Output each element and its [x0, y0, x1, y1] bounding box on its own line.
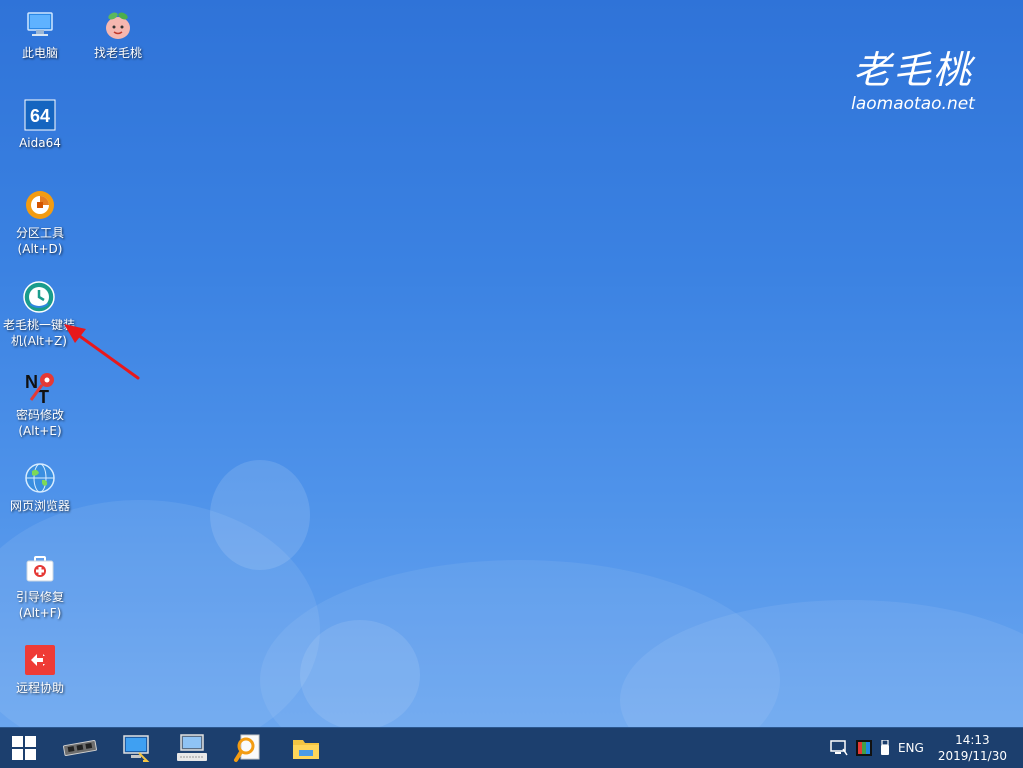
desktop-icon-label: 密码修改 (Alt+E): [15, 408, 64, 438]
desktop-icon-label: 分区工具 (Alt+D): [15, 226, 64, 256]
wallpaper-cloud: [300, 620, 420, 727]
peach-icon: [101, 8, 135, 42]
brand-logo-url: laomaotao.net: [851, 94, 975, 114]
file-explorer-icon: [293, 740, 319, 759]
desktop-icon-aida64[interactable]: 64 Aida64: [1, 98, 79, 151]
display-color-tray-icon[interactable]: [855, 740, 872, 756]
first-aid-kit-icon: [23, 552, 57, 586]
desktop-icon-label: 找老毛桃: [93, 46, 142, 60]
desktop-icon-remote-assist[interactable]: 远程协助: [1, 643, 79, 696]
desktop-icon-partition-tool[interactable]: 分区工具 (Alt+D): [1, 188, 79, 257]
desktop: 老毛桃 laomaotao.net 此电脑 找老毛桃 64 Aida64 分区工…: [0, 0, 1023, 727]
desktop-icon-label: 引导修复 (Alt+F): [15, 590, 64, 620]
password-key-icon: N T: [23, 370, 57, 407]
wallpaper-cloud: [210, 460, 310, 570]
network-tray-icon[interactable]: [830, 740, 848, 756]
svg-text:N: N: [25, 372, 38, 392]
globe-icon: [23, 461, 57, 495]
taskbar-item-file-explorer[interactable]: [282, 728, 330, 768]
desktop-icon-label: 网页浏览器: [9, 499, 70, 513]
start-button[interactable]: [0, 728, 48, 768]
desktop-icon-label: 远程协助: [15, 681, 64, 695]
aida64-icon: 64: [23, 98, 57, 132]
one-click-install-icon: [22, 280, 56, 314]
taskbar: ENG 14:13 2019/11/30: [0, 727, 1023, 768]
start-icon: [12, 736, 36, 760]
network-computer-icon: [123, 735, 150, 762]
clock-time: 14:13: [955, 733, 990, 747]
desktop-icon-label: 此电脑: [21, 46, 58, 60]
usb-tray-icon[interactable]: [880, 740, 890, 756]
desktop-icon-boot-repair[interactable]: 引导修复 (Alt+F): [1, 552, 79, 621]
taskbar-item-search-doc[interactable]: [224, 728, 272, 768]
desktop-icon-label: Aida64: [19, 136, 61, 150]
taskbar-item-network-computer[interactable]: [112, 728, 160, 768]
brand-logo-title: 老毛桃: [852, 48, 973, 92]
search-doc-icon: [234, 734, 260, 762]
desktop-icon-this-pc[interactable]: 此电脑: [1, 8, 79, 61]
computer-icon: [23, 8, 57, 42]
language-indicator[interactable]: ENG: [898, 741, 924, 755]
keyboard-computer-icon: [177, 734, 207, 761]
brand-logo: 老毛桃 laomaotao.net: [838, 48, 988, 114]
clock[interactable]: 14:13 2019/11/30: [938, 732, 1007, 764]
clock-date: 2019/11/30: [937, 749, 1007, 763]
desktop-icon-web-browser[interactable]: 网页浏览器: [1, 461, 79, 514]
system-tray: ENG 14:13 2019/11/30: [830, 728, 1023, 768]
taskbar-item-memory[interactable]: [56, 728, 104, 768]
red-arrow-annotation: [64, 324, 140, 380]
partition-tool-icon: [23, 188, 57, 222]
memory-chip-icon: [63, 739, 97, 757]
remote-assist-icon: [23, 643, 57, 677]
svg-text:64: 64: [30, 106, 50, 126]
taskbar-item-keyboard-computer[interactable]: [168, 728, 216, 768]
desktop-icon-find-laomaotao[interactable]: 找老毛桃: [79, 8, 157, 61]
